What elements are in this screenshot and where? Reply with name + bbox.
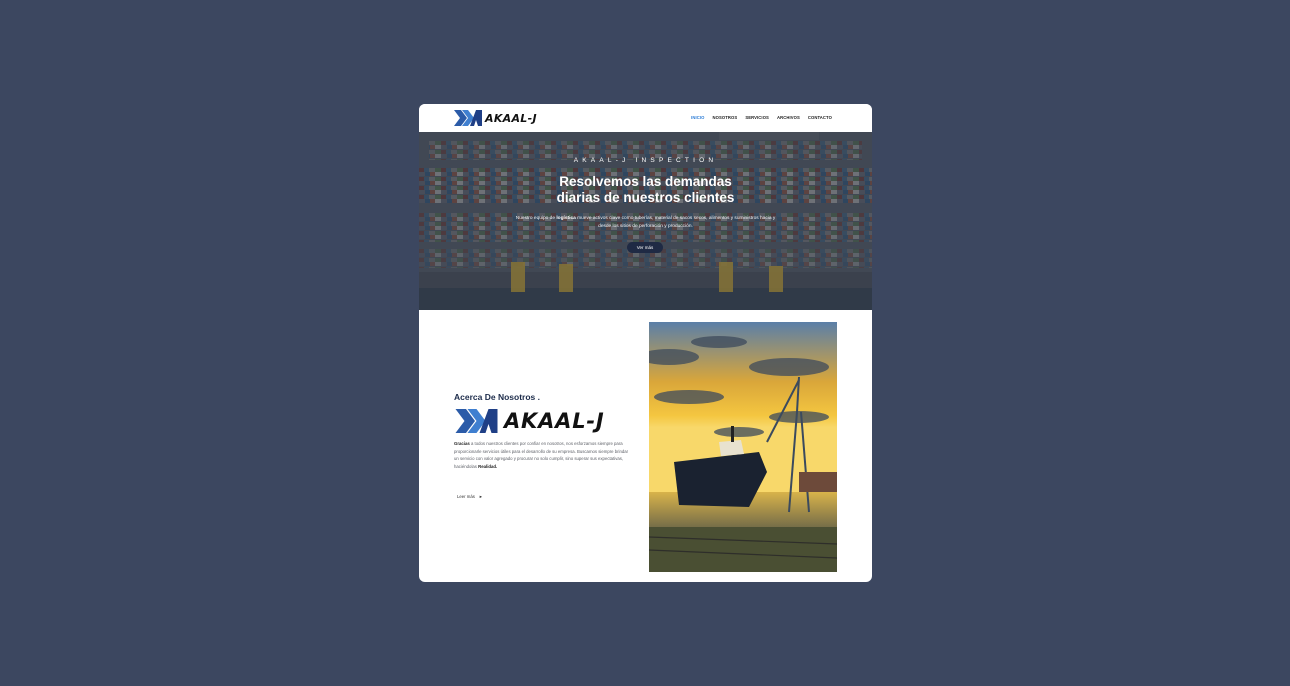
- akaal-logo-large-icon: [455, 409, 498, 433]
- website-preview-card: AKAAL-J INICIO NOSOTROS SERVICIOS ARCHIV…: [419, 104, 872, 582]
- leer-mas-label: Leer más: [457, 494, 475, 499]
- logo-text: AKAAL-J: [485, 111, 537, 125]
- leer-mas-link[interactable]: Leer más ►: [457, 494, 483, 499]
- hero-title-line-1: Resolvemos las demandas: [559, 174, 732, 189]
- nav-contacto[interactable]: CONTACTO: [808, 115, 832, 120]
- logo[interactable]: AKAAL-J: [454, 110, 537, 126]
- nav-servicios[interactable]: SERVICIOS: [745, 115, 769, 120]
- hero-title: Resolvemos las demandas diarias de nuest…: [419, 174, 872, 206]
- akaal-logo-icon: [454, 110, 482, 126]
- ver-mas-button[interactable]: Ver más: [627, 242, 663, 253]
- nav-archivos[interactable]: ARCHIVOS: [777, 115, 800, 120]
- about-logo-text: AKAAL-J: [504, 409, 605, 433]
- hero-section: AKAAL-J INSPECTION Resolvemos las demand…: [419, 132, 872, 310]
- ship-sunset-photo: [649, 322, 837, 572]
- about-text-bold-end: Realidad.: [478, 463, 498, 469]
- nav-inicio[interactable]: INICIO: [691, 115, 704, 120]
- nav-nosotros[interactable]: NOSOTROS: [713, 115, 738, 120]
- hero-desc-pre: Nuestro equipo de: [515, 216, 557, 221]
- arrow-right-icon: ►: [478, 494, 483, 499]
- about-logo: AKAAL-J: [454, 409, 605, 433]
- about-text-bold-start: Gracias: [454, 441, 470, 446]
- hero-description: Nuestro equipo de logística mueve activo…: [515, 215, 776, 231]
- hero-title-line-2: diarias de nuestros clientes: [556, 190, 735, 205]
- hero-kicker: AKAAL-J INSPECTION: [573, 157, 718, 164]
- about-text: Gracias a todos nuestros clientes por co…: [454, 440, 632, 470]
- hero-desc-post: mueve activos clave como tuberías, mater…: [575, 216, 776, 229]
- hero-desc-bold: logística: [556, 216, 576, 221]
- site-header: AKAAL-J INICIO NOSOTROS SERVICIOS ARCHIV…: [419, 104, 872, 132]
- main-nav: INICIO NOSOTROS SERVICIOS ARCHIVOS CONTA…: [691, 115, 832, 120]
- about-heading: Acerca De Nosotros .: [454, 392, 540, 402]
